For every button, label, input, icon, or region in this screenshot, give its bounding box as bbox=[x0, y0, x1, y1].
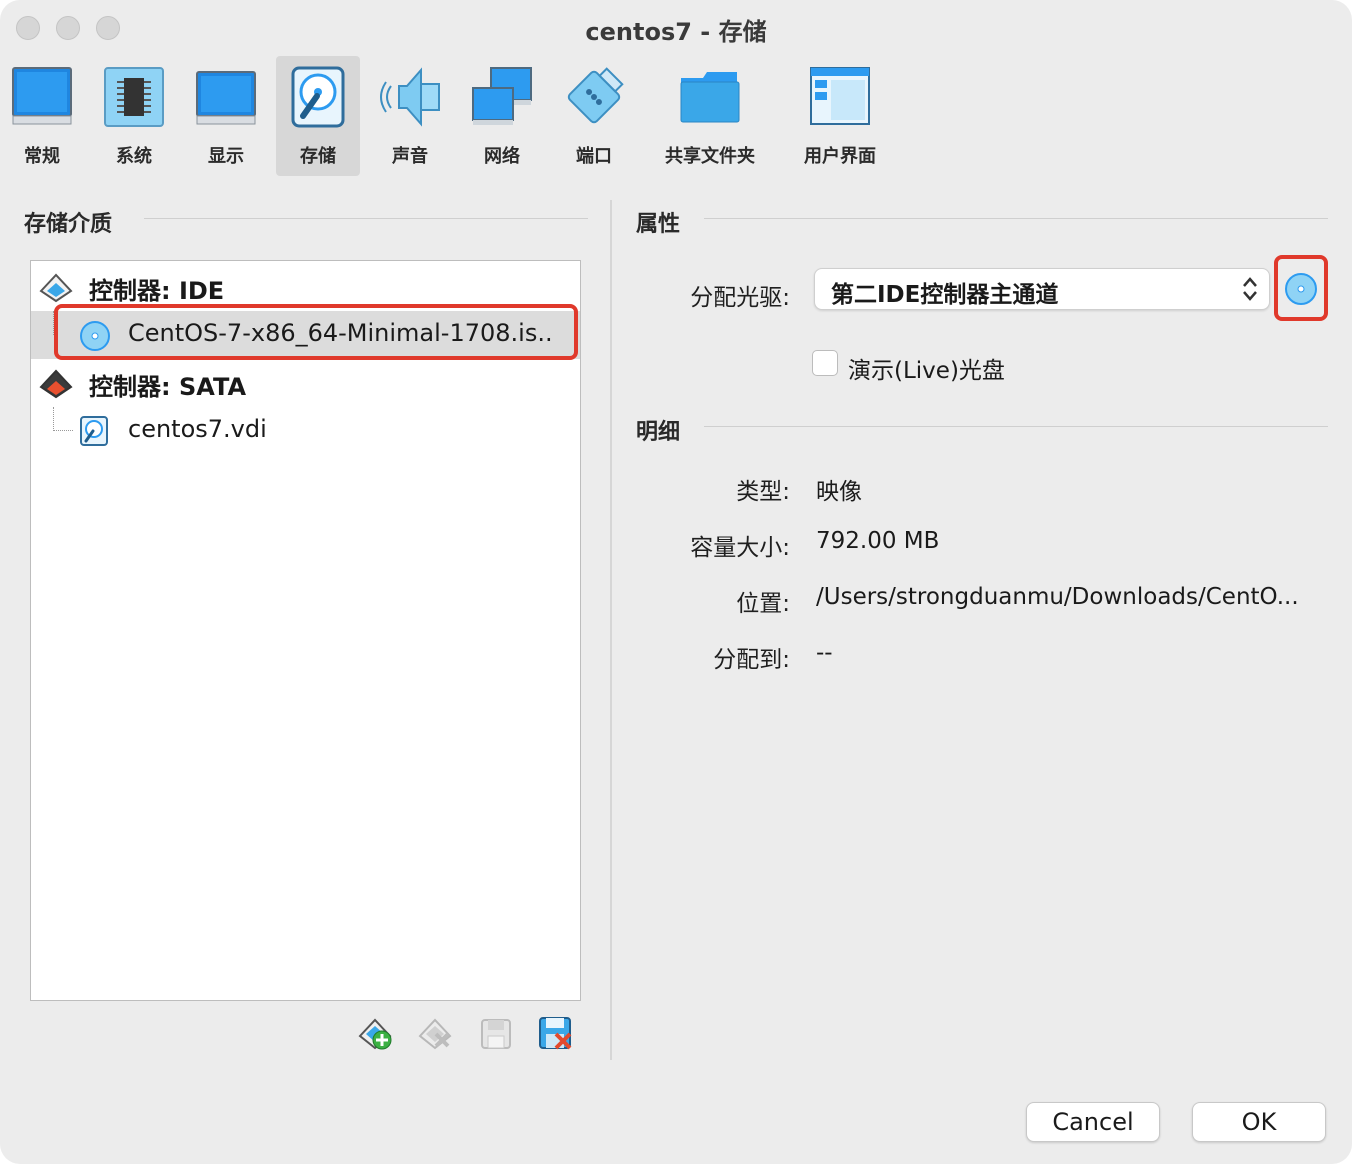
annotation-highlight-selected-disc bbox=[54, 304, 578, 360]
add-attachment-icon bbox=[358, 1018, 394, 1056]
tree-connector bbox=[53, 407, 73, 431]
attached-label: 分配到: bbox=[713, 647, 790, 673]
display-icon bbox=[193, 64, 259, 130]
remove-attachment-icon bbox=[418, 1018, 454, 1056]
remove-controller-button[interactable] bbox=[538, 1016, 574, 1052]
size-label: 容量大小: bbox=[690, 535, 790, 561]
tab-user-interface[interactable]: 用户界面 bbox=[794, 56, 886, 176]
tab-ports[interactable]: 端口 bbox=[554, 56, 634, 176]
location-value: /Users/strongduanmu/Downloads/CentO... bbox=[816, 584, 1299, 610]
annotation-highlight-disk-button bbox=[1274, 255, 1328, 321]
live-cd-label: 演示(Live)光盘 bbox=[848, 358, 1005, 384]
network-icon bbox=[469, 64, 535, 130]
tab-display[interactable]: 显示 bbox=[186, 56, 266, 176]
tree-item-label: 控制器: SATA bbox=[89, 373, 247, 401]
storage-tree[interactable]: 控制器: IDE CentOS-7-x86_64-Minimal-1708.is… bbox=[30, 260, 581, 1001]
ide-controller-icon bbox=[39, 271, 73, 305]
tree-item-sata-controller[interactable]: 控制器: SATA bbox=[31, 359, 580, 407]
location-label: 位置: bbox=[736, 591, 790, 617]
chevron-updown-icon bbox=[1241, 274, 1259, 304]
tab-label: 用户界面 bbox=[804, 146, 876, 167]
drive-select-value: 第二IDE控制器主通道 bbox=[831, 282, 1059, 308]
tab-audio[interactable]: 声音 bbox=[370, 56, 450, 176]
type-value: 映像 bbox=[816, 479, 862, 505]
tab-label: 网络 bbox=[484, 146, 520, 167]
serial-port-icon bbox=[561, 64, 627, 130]
title-bar: centos7 - 存储 bbox=[0, 0, 1352, 56]
tab-label: 共享文件夹 bbox=[665, 146, 755, 167]
add-controller-button[interactable] bbox=[478, 1016, 514, 1052]
cancel-button[interactable]: Cancel bbox=[1026, 1102, 1160, 1142]
folder-icon bbox=[677, 64, 743, 130]
tab-storage[interactable]: 存储 bbox=[276, 56, 360, 176]
type-label: 类型: bbox=[736, 479, 790, 505]
drive-label: 分配光驱: bbox=[690, 285, 790, 311]
tab-label: 常规 bbox=[24, 146, 60, 167]
tab-label: 系统 bbox=[116, 146, 152, 167]
remove-controller-icon bbox=[538, 1017, 574, 1056]
settings-toolbar: 常规 系统 显示 存储 声音 网络 端口 共享文件夹 用户界面 bbox=[0, 56, 1352, 176]
tab-label: 声音 bbox=[392, 146, 428, 167]
tree-item-label: 控制器: IDE bbox=[89, 277, 225, 305]
tab-label: 存储 bbox=[300, 146, 336, 167]
ok-button[interactable]: OK bbox=[1192, 1102, 1326, 1142]
monitor-general-icon bbox=[9, 64, 75, 130]
settings-window: centos7 - 存储 常规 系统 显示 存储 声音 网络 端口 共享文件夹 … bbox=[0, 0, 1352, 1164]
attributes-section-title: 属性 bbox=[636, 212, 681, 237]
tab-label: 端口 bbox=[576, 146, 612, 167]
attributes-section-divider bbox=[704, 218, 1328, 219]
sata-controller-icon bbox=[39, 367, 73, 401]
panel-divider bbox=[610, 200, 612, 1060]
tab-general[interactable]: 常规 bbox=[2, 56, 82, 176]
tab-system[interactable]: 系统 bbox=[94, 56, 174, 176]
tree-item-label: centos7.vdi bbox=[128, 415, 267, 443]
storage-disk-icon bbox=[285, 64, 351, 130]
hard-disk-icon bbox=[79, 415, 109, 447]
details-section-title: 明细 bbox=[636, 420, 681, 445]
tab-label: 显示 bbox=[208, 146, 244, 167]
add-attachment-button[interactable] bbox=[358, 1016, 394, 1052]
live-cd-checkbox[interactable] bbox=[812, 350, 838, 376]
storage-section-title: 存储介质 bbox=[24, 212, 113, 237]
user-interface-icon bbox=[807, 64, 873, 130]
chip-icon bbox=[101, 64, 167, 130]
tab-network[interactable]: 网络 bbox=[462, 56, 542, 176]
add-controller-icon bbox=[478, 1019, 514, 1056]
tab-shared-folders[interactable]: 共享文件夹 bbox=[654, 56, 766, 176]
details-section-divider bbox=[704, 426, 1328, 427]
storage-section-divider bbox=[144, 218, 588, 219]
drive-select[interactable]: 第二IDE控制器主通道 bbox=[814, 268, 1270, 310]
size-value: 792.00 MB bbox=[816, 528, 940, 554]
speaker-icon bbox=[377, 64, 443, 130]
remove-attachment-button[interactable] bbox=[418, 1016, 454, 1052]
tree-item-centos-vdi[interactable]: centos7.vdi bbox=[31, 407, 580, 455]
window-title: centos7 - 存储 bbox=[585, 18, 767, 46]
attached-value: -- bbox=[816, 640, 833, 666]
